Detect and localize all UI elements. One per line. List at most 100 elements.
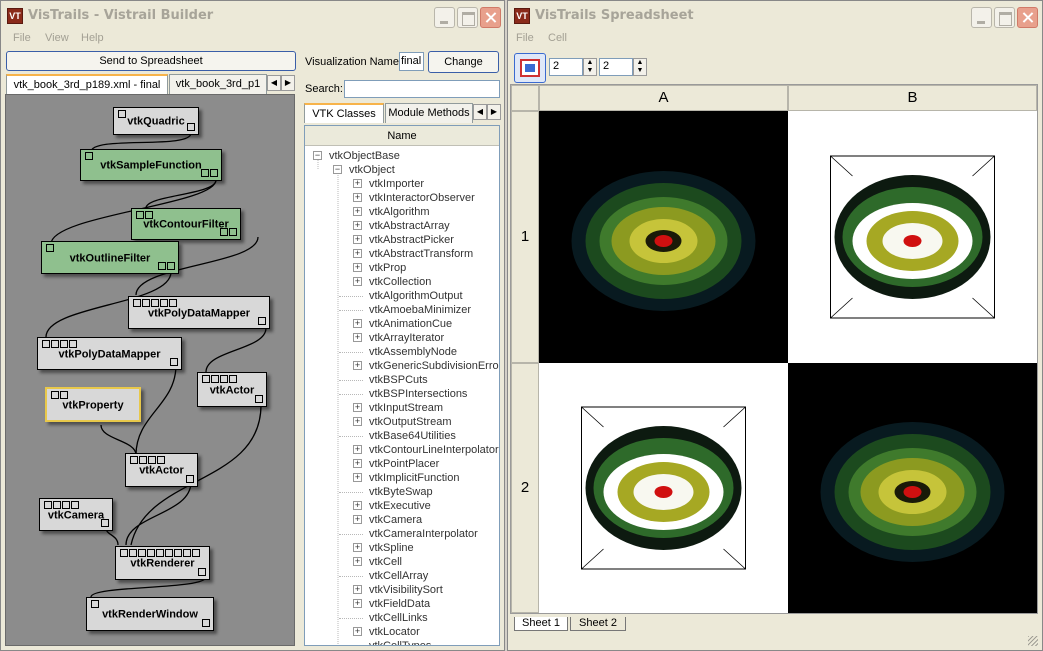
change-button[interactable]: Change <box>428 51 499 73</box>
tree-node[interactable]: + vtkImporter <box>353 178 424 190</box>
tree-node[interactable]: vtkCellTypes <box>353 640 431 645</box>
tree-node[interactable]: + vtkLocator <box>353 626 420 638</box>
tab-pipeline-second[interactable]: vtk_book_3rd_p1 <box>169 74 267 94</box>
tree-node[interactable]: + vtkFieldData <box>353 598 430 610</box>
expand-icon[interactable]: + <box>353 627 362 636</box>
tree-node[interactable]: + vtkCollection <box>353 276 431 288</box>
column-header-b[interactable]: B <box>788 85 1037 111</box>
search-input[interactable] <box>344 80 500 98</box>
minimize-icon[interactable] <box>971 7 992 28</box>
expand-icon[interactable]: + <box>353 473 362 482</box>
expand-icon[interactable]: + <box>353 501 362 510</box>
expand-icon[interactable]: + <box>353 459 362 468</box>
expand-icon[interactable]: + <box>353 333 362 342</box>
tree-node[interactable]: vtkBase64Utilities <box>339 430 456 442</box>
tab-scroll-right-icon[interactable]: ▶ <box>281 75 295 91</box>
output-port[interactable] <box>220 228 228 236</box>
input-ports[interactable] <box>51 391 68 399</box>
input-ports[interactable] <box>42 340 77 348</box>
tree-node[interactable]: + vtkAlgorithm <box>353 206 430 218</box>
output-port[interactable] <box>210 169 218 177</box>
module-vtk-contour-filter[interactable]: vtkContourFilter <box>131 208 241 240</box>
expand-icon[interactable]: + <box>353 179 362 188</box>
cell-b1[interactable] <box>788 111 1037 363</box>
minimize-icon[interactable] <box>434 7 455 28</box>
collapse-icon[interactable]: − <box>313 151 322 160</box>
tab-module-methods[interactable]: Module Methods <box>385 103 473 123</box>
tree-node[interactable]: + vtkPointPlacer <box>353 458 439 470</box>
output-port[interactable] <box>167 262 175 270</box>
expand-icon[interactable]: + <box>353 557 362 566</box>
tree-node[interactable]: + vtkSpline <box>353 542 414 554</box>
viz-name-input[interactable]: final <box>399 52 424 71</box>
side-tab-scroll-left-icon[interactable]: ◀ <box>473 104 487 120</box>
expand-icon[interactable]: + <box>353 585 362 594</box>
grid-corner[interactable] <box>511 85 539 111</box>
expand-icon[interactable]: + <box>353 207 362 216</box>
input-ports[interactable] <box>120 549 200 557</box>
tree-node[interactable]: + vtkAbstractArray <box>353 220 450 232</box>
row-count-input[interactable]: 2 <box>549 58 583 76</box>
output-port[interactable] <box>202 619 210 627</box>
module-vtk-render-window[interactable]: vtkRenderWindow <box>86 597 214 631</box>
tree-node[interactable]: vtkCellLinks <box>339 612 428 624</box>
input-ports[interactable] <box>202 375 237 383</box>
expand-icon[interactable]: + <box>353 417 362 426</box>
input-ports[interactable] <box>133 299 177 307</box>
output-port[interactable] <box>158 262 166 270</box>
cell-a2[interactable] <box>539 363 788 613</box>
tree-node[interactable]: vtkAmoebaMinimizer <box>339 304 471 316</box>
input-ports[interactable] <box>44 501 79 509</box>
cell-a1[interactable] <box>539 111 788 363</box>
tree-node[interactable]: vtkCellArray <box>339 570 428 582</box>
menu-file[interactable]: File <box>13 32 31 44</box>
output-port[interactable] <box>258 317 266 325</box>
tree-node[interactable]: + vtkContourLineInterpolator <box>353 444 499 456</box>
module-vtk-sample-function[interactable]: vtkSampleFunction <box>80 149 222 181</box>
tree-node[interactable]: vtkCameraInterpolator <box>339 528 478 540</box>
expand-icon[interactable]: + <box>353 599 362 608</box>
column-header-a[interactable]: A <box>539 85 788 111</box>
sheet-tab-2[interactable]: Sheet 2 <box>570 617 626 631</box>
maximize-icon[interactable] <box>994 7 1015 28</box>
tree-node[interactable]: + vtkGenericSubdivisionErrorMetric <box>353 360 499 372</box>
side-tab-scroll-right-icon[interactable]: ▶ <box>487 104 501 120</box>
send-to-spreadsheet-button[interactable]: Send to Spreadsheet <box>6 51 296 71</box>
expand-icon[interactable]: + <box>353 543 362 552</box>
output-port[interactable] <box>170 358 178 366</box>
tree-node[interactable]: vtkBSPCuts <box>339 374 428 386</box>
tree-node[interactable]: + vtkInputStream <box>353 402 443 414</box>
tree-node[interactable]: + vtkOutputStream <box>353 416 452 428</box>
module-vtk-actor-center[interactable]: vtkActor <box>125 453 198 487</box>
column-spinner-icon[interactable]: ▲ ▼ <box>633 58 647 76</box>
tree-node[interactable]: vtkAlgorithmOutput <box>339 290 463 302</box>
output-port[interactable] <box>255 395 263 403</box>
row-header-1[interactable]: 1 <box>511 111 539 363</box>
output-port[interactable] <box>198 568 206 576</box>
tree-node-level1[interactable]: − vtkObject <box>333 164 395 176</box>
expand-icon[interactable]: + <box>353 361 362 370</box>
module-vtk-renderer[interactable]: vtkRenderer <box>115 546 210 580</box>
menu-view[interactable]: View <box>45 32 69 44</box>
menu-file[interactable]: File <box>516 32 534 44</box>
resize-grip-icon[interactable] <box>1028 636 1038 646</box>
module-vtk-polydata-mapper-left[interactable]: vtkPolyDataMapper <box>37 337 182 370</box>
sheet-tab-1[interactable]: Sheet 1 <box>514 617 568 631</box>
module-vtk-polydata-mapper-right[interactable]: vtkPolyDataMapper <box>128 296 270 329</box>
tree-node[interactable]: + vtkAbstractPicker <box>353 234 454 246</box>
tree-node[interactable]: + vtkInteractorObserver <box>353 192 475 204</box>
tree-node[interactable]: + vtkAnimationCue <box>353 318 452 330</box>
tree-node[interactable]: + vtkExecutive <box>353 500 431 512</box>
tree-node[interactable]: + vtkAbstractTransform <box>353 248 473 260</box>
output-port[interactable] <box>187 123 195 131</box>
module-vtk-property[interactable]: vtkProperty <box>45 387 141 422</box>
expand-icon[interactable]: + <box>353 515 362 524</box>
output-port[interactable] <box>229 228 237 236</box>
tree-node[interactable]: + vtkVisibilitySort <box>353 584 443 596</box>
tree-node[interactable]: + vtkArrayIterator <box>353 332 444 344</box>
tree-node[interactable]: + vtkImplicitFunction <box>353 472 459 484</box>
expand-icon[interactable]: + <box>353 235 362 244</box>
builder-titlebar[interactable]: VT VisTrails - Vistrail Builder <box>1 1 504 31</box>
expand-icon[interactable]: + <box>353 221 362 230</box>
column-count-input[interactable]: 2 <box>599 58 633 76</box>
